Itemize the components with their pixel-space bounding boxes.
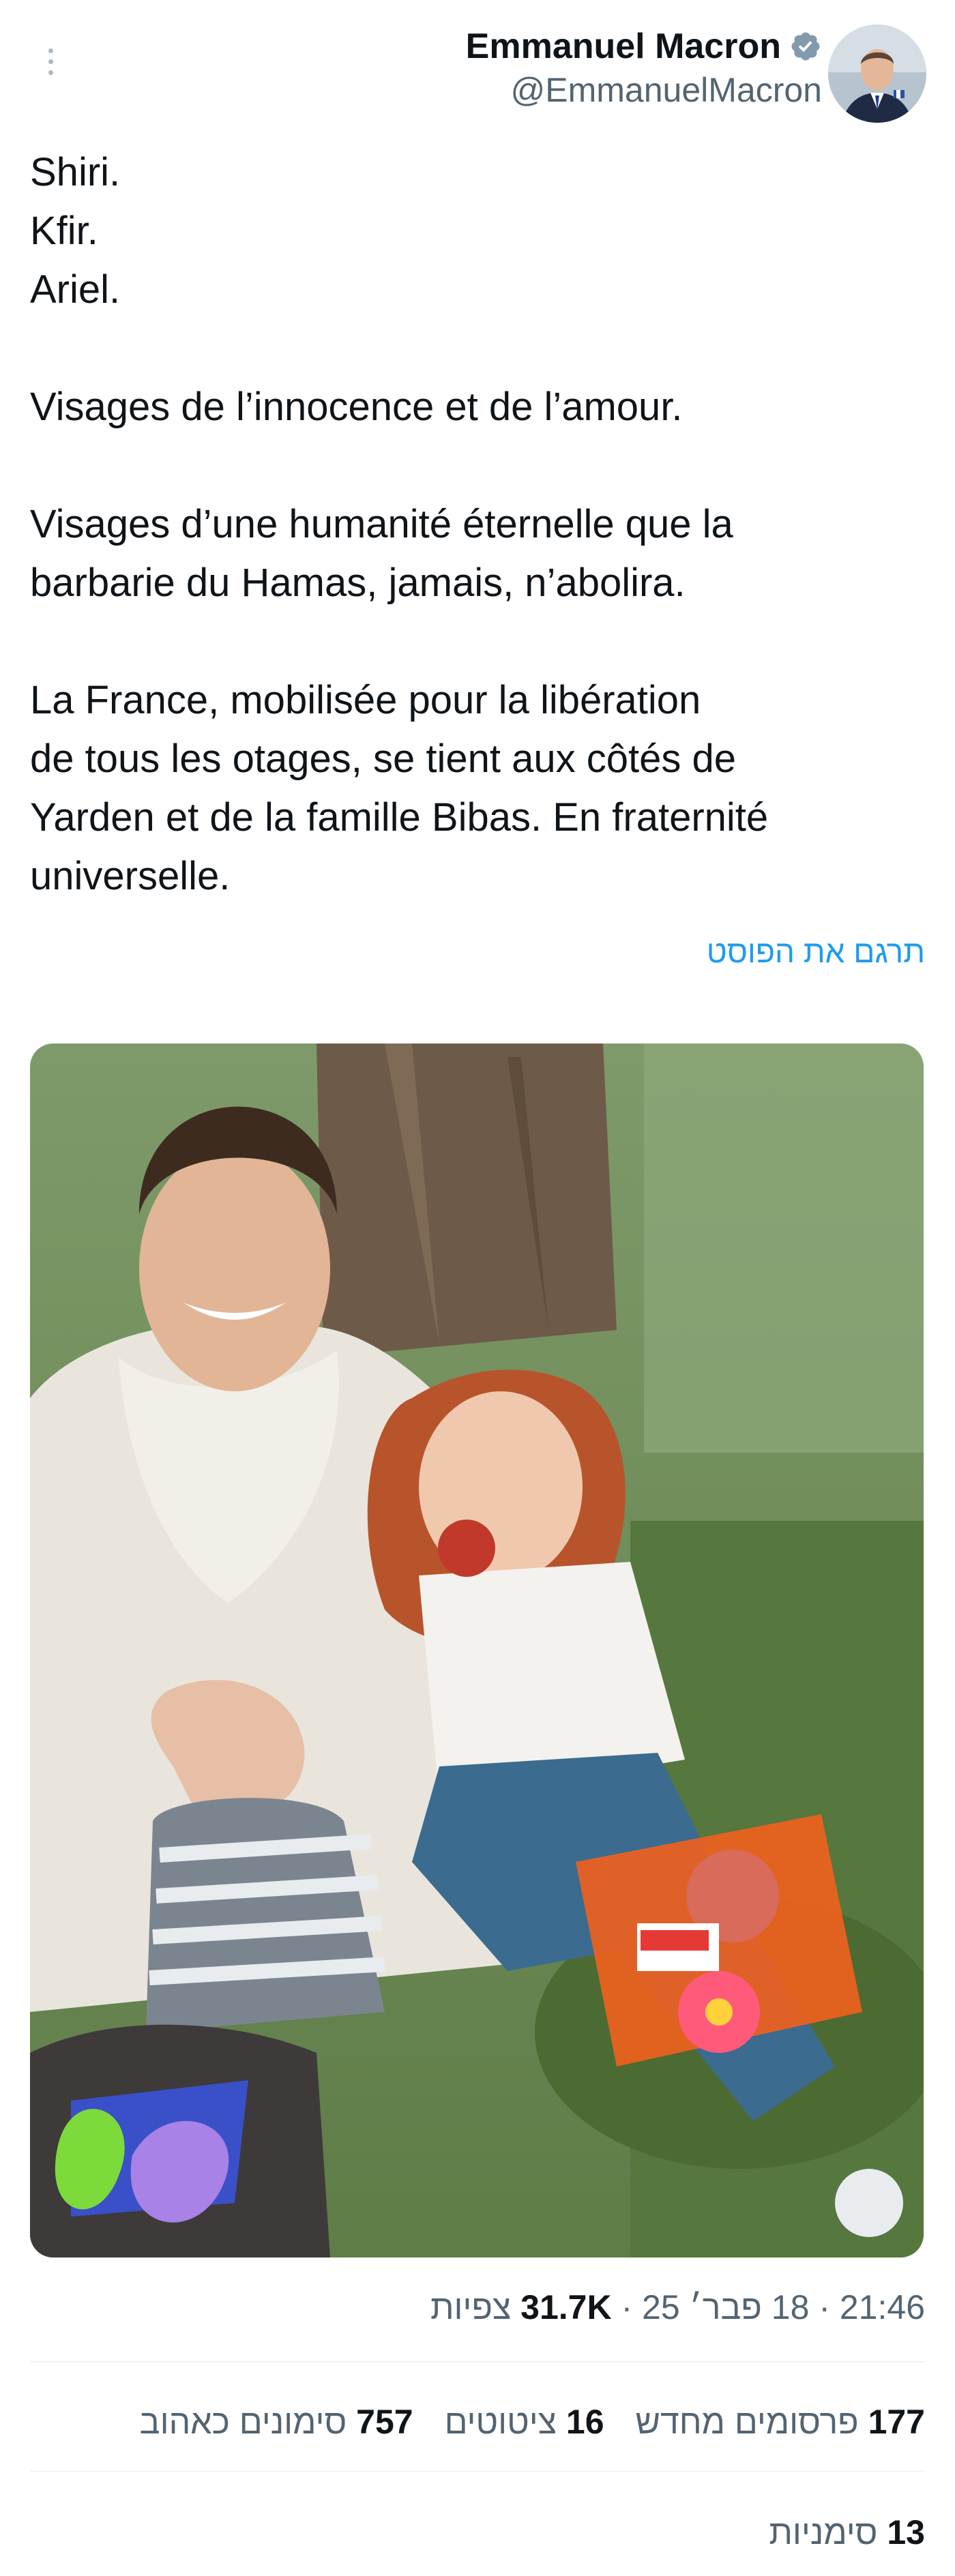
bookmarks-stat[interactable]: 13 סימניות	[769, 2513, 925, 2552]
divider	[30, 2361, 925, 2363]
reposts-stat[interactable]: 177 פרסומים מחדש	[636, 2402, 925, 2442]
post-line: La France, mobilisée pour la libération	[30, 678, 701, 722]
post-line: Yarden et de la famille Bibas. En frater…	[30, 795, 769, 840]
verified-badge-icon	[791, 32, 820, 61]
engagement-stats: 177 פרסומים מחדש 16 ציטוטים 757 סימונים …	[140, 2402, 925, 2442]
bookmarks-label: סימניות	[769, 2513, 878, 2551]
views-count: 31.7K	[520, 2288, 612, 2326]
quotes-label: ציטוטים	[444, 2403, 557, 2441]
author-info[interactable]: Emmanuel Macron @EmmanuelMacron	[466, 25, 822, 112]
quotes-stat[interactable]: 16 ציטוטים	[445, 2402, 604, 2442]
reposts-label: פרסומים מחדש	[635, 2403, 859, 2441]
views-label: צפיות	[430, 2288, 512, 2326]
avatar[interactable]	[828, 25, 926, 123]
post-text: Shiri. Kfir. Ariel. Visages de l’innocen…	[30, 143, 917, 906]
translate-post-link[interactable]: תרגם את הפוסט	[707, 933, 925, 970]
post-line: Shiri.	[30, 150, 121, 194]
author-name-row[interactable]: Emmanuel Macron	[466, 25, 822, 68]
likes-stat[interactable]: 757 סימונים כאהוב	[140, 2402, 413, 2442]
author-handle[interactable]: @EmmanuelMacron	[466, 68, 822, 112]
more-options-icon[interactable]	[35, 41, 65, 82]
post-meta: 21:46 · 18 פבר׳ 25 · 31.7K צפיות	[430, 2288, 925, 2326]
post-line: barbarie du Hamas, jamais, n’abolira.	[30, 561, 686, 605]
post-line: Ariel.	[30, 267, 121, 312]
post-line: de tous les otages, se tient aux côtés d…	[30, 737, 736, 781]
post-photo[interactable]	[30, 1043, 924, 2257]
post-line: universelle.	[30, 854, 231, 898]
post-line: Kfir.	[30, 209, 98, 253]
bookmarks-count: 13	[887, 2513, 925, 2551]
post-line: Visages de l’innocence et de l’amour.	[30, 385, 683, 429]
post-date[interactable]: 18 פבר׳ 25	[642, 2288, 809, 2326]
likes-count: 757	[356, 2403, 413, 2441]
quotes-count: 16	[565, 2403, 604, 2441]
likes-label: סימונים כאהוב	[139, 2403, 347, 2441]
author-name[interactable]: Emmanuel Macron	[466, 25, 781, 68]
divider	[30, 2470, 925, 2472]
photo-image	[30, 1043, 924, 2257]
post-time[interactable]: 21:46	[840, 2288, 925, 2326]
reposts-count: 177	[868, 2403, 925, 2441]
avatar-image	[828, 25, 926, 123]
post-line: Visages d’une humanité éternelle que la	[30, 502, 733, 546]
post-header: Emmanuel Macron @EmmanuelMacron	[0, 0, 955, 136]
